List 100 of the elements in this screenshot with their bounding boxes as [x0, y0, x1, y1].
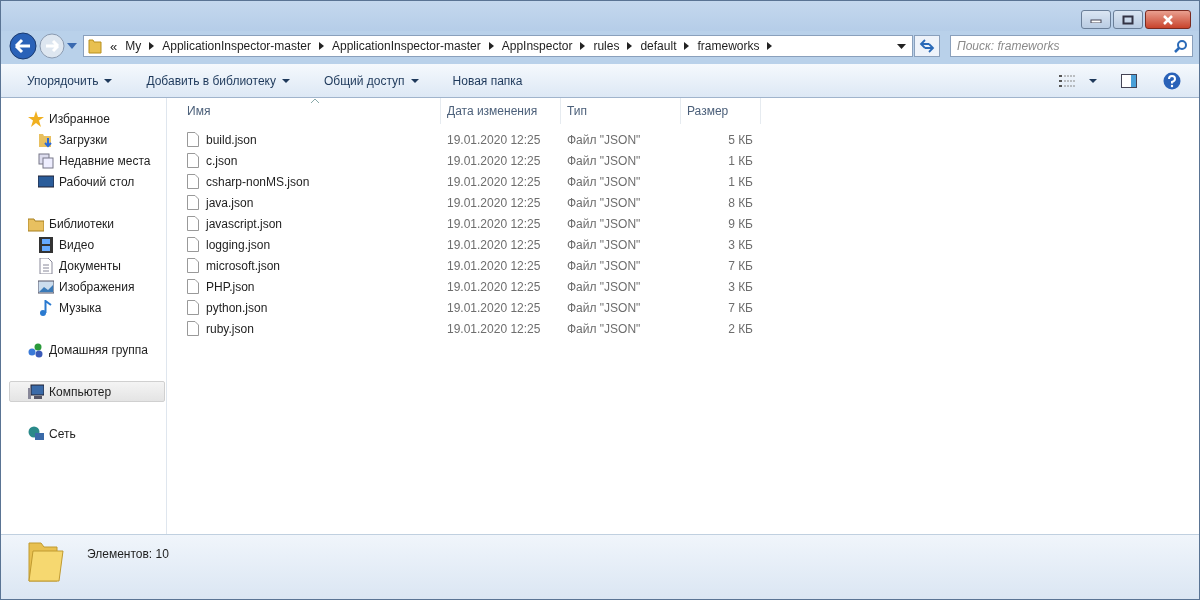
sidebar-item[interactable]: Музыка	[9, 297, 165, 318]
sidebar-icon	[38, 131, 54, 148]
toolbar-button[interactable]: Упорядочить	[17, 69, 123, 92]
sidebar-icon	[28, 425, 44, 442]
table-cell-text: 9 КБ	[727, 216, 754, 231]
column-header[interactable]: Дата изменения	[441, 98, 561, 124]
file-name[interactable]: logging.json	[206, 237, 271, 252]
table-cell-text: Файл "JSON"	[566, 132, 642, 147]
file-icon	[187, 258, 199, 273]
table-cell-text: Файл "JSON"	[566, 237, 642, 252]
item-count: Элементов: 10	[87, 547, 169, 561]
sidebar-icon	[28, 215, 44, 232]
minimize-icon	[1090, 16, 1102, 23]
breadcrumb[interactable]: ApplicationInspector-master	[331, 39, 481, 53]
maximize-button[interactable]	[1113, 10, 1143, 29]
breadcrumb[interactable]: ApplicationInspector-master	[162, 39, 311, 53]
breadcrumb-arrow-icon[interactable]	[580, 42, 586, 50]
file-name[interactable]: csharp-nonMS.json	[206, 174, 310, 189]
breadcrumb[interactable]: default	[640, 39, 677, 53]
sidebar-icon	[28, 341, 44, 358]
sidebar-icon	[38, 257, 54, 274]
column-header[interactable]: Размер	[681, 98, 761, 124]
file-icon	[187, 279, 199, 294]
sidebar-item[interactable]: Домашняя группа	[9, 339, 165, 360]
history-dropdown-icon[interactable]	[67, 43, 77, 49]
toolbar-button[interactable]: Общий доступ	[313, 69, 429, 92]
breadcrumb-arrow-icon[interactable]	[149, 42, 155, 50]
close-button[interactable]	[1145, 10, 1191, 29]
file-name[interactable]: c.json	[206, 153, 238, 168]
table-cell-text: Файл "JSON"	[566, 321, 642, 336]
table-cell-text: Файл "JSON"	[566, 279, 642, 294]
sidebar-item[interactable]: Сеть	[9, 423, 165, 444]
sidebar-icon	[38, 173, 54, 190]
column-header[interactable]: Тип	[561, 98, 681, 124]
file-name[interactable]: ruby.json	[206, 321, 254, 336]
breadcrumb[interactable]: rules	[593, 39, 620, 53]
sidebar-item[interactable]: Рабочий стол	[9, 171, 165, 192]
table-cell-text: 19.01.2020 12:25	[446, 258, 542, 273]
toolbar-button[interactable]: Новая папка	[442, 69, 533, 92]
breadcrumb[interactable]: My	[125, 39, 142, 53]
sidebar-icon	[38, 236, 54, 253]
sidebar-icon	[38, 299, 54, 316]
sidebar-item[interactable]: Избранное	[9, 108, 165, 129]
table-cell-text: 19.01.2020 12:25	[446, 279, 542, 294]
breadcrumb-arrow-icon[interactable]	[318, 42, 324, 50]
overflow-chevron[interactable]: «	[110, 38, 118, 54]
table-cell-text: Файл "JSON"	[566, 153, 642, 168]
sidebar-icon	[28, 383, 44, 400]
table-cell-text: 19.01.2020 12:25	[446, 153, 542, 168]
folder-icon	[27, 539, 65, 583]
file-name[interactable]: python.json	[206, 300, 268, 315]
table-cell-text: 1 КБ	[727, 174, 754, 189]
toolbar-button[interactable]: Добавить в библиотеку	[136, 69, 300, 92]
breadcrumb-arrow-icon[interactable]	[767, 42, 773, 50]
refresh-button[interactable]	[914, 35, 940, 57]
table-cell-text: Файл "JSON"	[566, 195, 642, 210]
sidebar-item[interactable]: Недавние места	[9, 150, 165, 171]
table-cell-text: 19.01.2020 12:25	[446, 216, 542, 231]
back-button[interactable]	[9, 32, 37, 60]
sidebar-item[interactable]: Компьютер	[9, 381, 165, 402]
column-header[interactable]: Имя	[181, 98, 441, 124]
preview-pane-icon[interactable]	[1121, 73, 1137, 88]
refresh-icon	[919, 39, 935, 53]
sidebar-item[interactable]: Видео	[9, 234, 165, 255]
file-icon	[187, 132, 199, 147]
table-cell-text: Файл "JSON"	[566, 216, 642, 231]
table-cell-text: 8 КБ	[727, 195, 754, 210]
sidebar-item[interactable]: Документы	[9, 255, 165, 276]
view-options-icon[interactable]	[1059, 74, 1075, 87]
search-field[interactable]: Поиск: frameworks	[950, 35, 1193, 57]
file-name[interactable]: java.json	[206, 195, 254, 210]
file-name[interactable]: microsoft.json	[206, 258, 281, 273]
table-cell-text: 19.01.2020 12:25	[446, 237, 542, 252]
table-cell-text: 19.01.2020 12:25	[446, 132, 542, 147]
file-icon	[187, 216, 199, 231]
table-cell-text: 1 КБ	[727, 153, 754, 168]
breadcrumb[interactable]: frameworks	[697, 39, 760, 53]
breadcrumb[interactable]: AppInspector	[501, 39, 573, 53]
file-icon	[187, 300, 199, 315]
file-name[interactable]: PHP.json	[206, 279, 255, 294]
table-cell-text: 5 КБ	[727, 132, 754, 147]
breadcrumb-arrow-icon[interactable]	[488, 42, 494, 50]
file-icon	[187, 195, 199, 210]
address-bar[interactable]: « My ApplicationInspector-master ApplicationInspector-master AppInspector rules default frameworks	[83, 35, 913, 57]
file-icon	[187, 237, 199, 252]
address-dropdown-icon[interactable]	[897, 43, 906, 49]
sidebar-item[interactable]: Библиотеки	[9, 213, 165, 234]
sidebar-item[interactable]: Загрузки	[9, 129, 165, 150]
sidebar-item[interactable]: Изображения	[9, 276, 165, 297]
table-cell-text: 19.01.2020 12:25	[446, 300, 542, 315]
file-icon	[187, 153, 199, 168]
file-name[interactable]: build.json	[206, 132, 257, 147]
view-dropdown-icon[interactable]	[1089, 78, 1097, 83]
table-cell-text: 19.01.2020 12:25	[446, 321, 542, 336]
breadcrumb-arrow-icon[interactable]	[627, 42, 633, 50]
help-icon[interactable]	[1163, 71, 1181, 90]
file-name[interactable]: javascript.json	[206, 216, 283, 231]
table-cell-text: Файл "JSON"	[566, 174, 642, 189]
breadcrumb-arrow-icon[interactable]	[684, 42, 690, 50]
table-cell-text: 19.01.2020 12:25	[446, 174, 542, 189]
